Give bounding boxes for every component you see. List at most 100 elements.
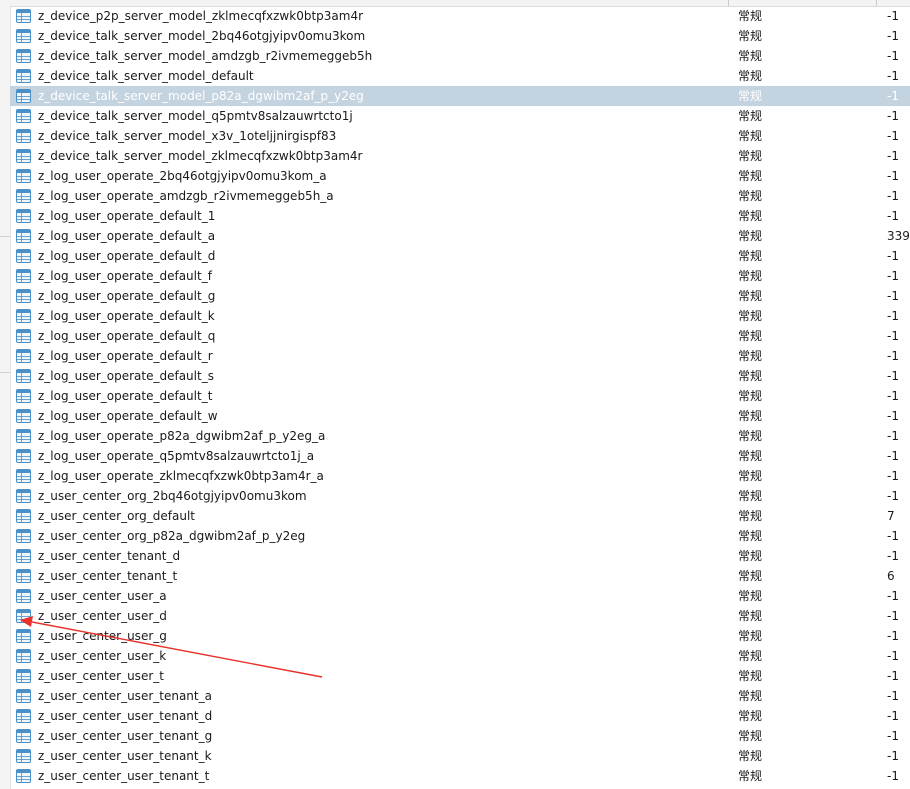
table-grid-icon (16, 629, 31, 643)
table-row[interactable]: z_log_user_operate_default_d 常规 -1 (10, 246, 910, 266)
table-row[interactable]: z_user_center_user_tenant_k 常规 -1 (10, 746, 910, 766)
table-row-count: -1 (887, 689, 899, 703)
gutter-divider (0, 236, 10, 237)
table-type: 常规 (738, 209, 763, 223)
table-row[interactable]: z_device_talk_server_model_q5pmtv8salzau… (10, 106, 910, 126)
table-row[interactable]: z_user_center_user_d 常规 -1 (10, 606, 910, 626)
table-grid-icon (16, 369, 31, 383)
table-row-count: -1 (887, 289, 899, 303)
table-row-count: 7 (887, 509, 895, 523)
table-row[interactable]: z_log_user_operate_default_t 常规 -1 (10, 386, 910, 406)
table-row[interactable]: z_log_user_operate_p82a_dgwibm2af_p_y2eg… (10, 426, 910, 446)
table-row-count: -1 (887, 669, 899, 683)
table-row[interactable]: z_log_user_operate_2bq46otgjyipv0omu3kom… (10, 166, 910, 186)
table-row[interactable]: z_user_center_user_k 常规 -1 (10, 646, 910, 666)
table-grid-icon (16, 689, 31, 703)
table-row-count: -1 (887, 489, 899, 503)
table-row[interactable]: z_log_user_operate_default_a 常规 339 (10, 226, 910, 246)
table-row-count: -1 (887, 9, 899, 23)
table-grid-icon (16, 769, 31, 783)
table-row[interactable]: z_user_center_user_t 常规 -1 (10, 666, 910, 686)
table-row[interactable]: z_user_center_user_a 常规 -1 (10, 586, 910, 606)
table-grid-icon (16, 309, 31, 323)
table-row[interactable]: z_user_center_user_tenant_g 常规 -1 (10, 726, 910, 746)
table-row-count: -1 (887, 589, 899, 603)
table-name: z_user_center_tenant_t (38, 569, 178, 583)
gutter-divider (0, 372, 10, 373)
table-row-count: -1 (887, 749, 899, 763)
table-row[interactable]: z_device_talk_server_model_2bq46otgjyipv… (10, 26, 910, 46)
table-row-count: 6 (887, 569, 895, 583)
table-name: z_device_p2p_server_model_zklmecqfxzwk0b… (38, 9, 364, 23)
table-row-count: -1 (887, 449, 899, 463)
table-name: z_user_center_user_t (38, 669, 164, 683)
table-name: z_device_talk_server_model_zklmecqfxzwk0… (38, 149, 363, 163)
table-type: 常规 (738, 669, 763, 683)
table-grid-icon (16, 509, 31, 523)
table-row[interactable]: z_log_user_operate_default_f 常规 -1 (10, 266, 910, 286)
table-name: z_device_talk_server_model_x3v_1oteljjni… (38, 129, 337, 143)
table-grid-icon (16, 9, 31, 23)
table-row[interactable]: z_log_user_operate_default_q 常规 -1 (10, 326, 910, 346)
table-row-count: -1 (887, 389, 899, 403)
table-grid-icon (16, 209, 31, 223)
table-row[interactable]: z_log_user_operate_zklmecqfxzwk0btp3am4r… (10, 466, 910, 486)
table-row-count: -1 (887, 609, 899, 623)
table-type: 常规 (738, 449, 763, 463)
table-row[interactable]: z_device_talk_server_model_x3v_1oteljjni… (10, 126, 910, 146)
table-name: z_log_user_operate_p82a_dgwibm2af_p_y2eg… (38, 429, 326, 443)
table-row[interactable]: z_device_talk_server_model_amdzgb_r2ivme… (10, 46, 910, 66)
table-name: z_log_user_operate_default_g (38, 289, 216, 303)
table-type: 常规 (738, 529, 763, 543)
table-row[interactable]: z_log_user_operate_default_g 常规 -1 (10, 286, 910, 306)
table-row[interactable]: z_log_user_operate_amdzgb_r2ivmemeggeb5h… (10, 186, 910, 206)
table-row[interactable]: z_device_talk_server_model_p82a_dgwibm2a… (10, 86, 910, 106)
table-row[interactable]: z_device_talk_server_model_zklmecqfxzwk0… (10, 146, 910, 166)
table-row[interactable]: z_log_user_operate_default_w 常规 -1 (10, 406, 910, 426)
table-type: 常规 (738, 169, 763, 183)
table-row[interactable]: z_user_center_org_default 常规 7 (10, 506, 910, 526)
table-grid-icon (16, 609, 31, 623)
table-row[interactable]: z_user_center_tenant_d 常规 -1 (10, 546, 910, 566)
table-name: z_device_talk_server_model_2bq46otgjyipv… (38, 29, 366, 43)
table-row[interactable]: z_log_user_operate_default_k 常规 -1 (10, 306, 910, 326)
table-type: 常规 (738, 29, 763, 43)
table-type: 常规 (738, 469, 763, 483)
table-row[interactable]: z_log_user_operate_default_1 常规 -1 (10, 206, 910, 226)
table-row[interactable]: z_log_user_operate_q5pmtv8salzauwrtcto1j… (10, 446, 910, 466)
table-grid-icon (16, 229, 31, 243)
table-grid-icon (16, 549, 31, 563)
table-name: z_log_user_operate_default_a (38, 229, 216, 243)
table-row[interactable]: z_user_center_user_g 常规 -1 (10, 626, 910, 646)
table-grid-icon (16, 149, 31, 163)
table-name: z_user_center_user_tenant_k (38, 749, 212, 763)
table-row[interactable]: z_user_center_org_p82a_dgwibm2af_p_y2eg 常… (10, 526, 910, 546)
table-name: z_user_center_tenant_d (38, 549, 181, 563)
table-row[interactable]: z_user_center_user_tenant_t 常规 -1 (10, 766, 910, 786)
table-row[interactable]: z_user_center_tenant_t 常规 6 (10, 566, 910, 586)
table-name: z_log_user_operate_default_t (38, 389, 213, 403)
table-row-count: -1 (887, 169, 899, 183)
table-type: 常规 (738, 269, 763, 283)
table-type: 常规 (738, 349, 763, 363)
table-type: 常规 (738, 149, 763, 163)
table-list[interactable]: z_device_p2p_server_model_zklmecqfxzwk0b… (10, 6, 910, 786)
table-type: 常规 (738, 129, 763, 143)
table-row[interactable]: z_device_p2p_server_model_zklmecqfxzwk0b… (10, 6, 910, 26)
table-row[interactable]: z_user_center_user_tenant_d 常规 -1 (10, 706, 910, 726)
table-row[interactable]: z_user_center_user_tenant_a 常规 -1 (10, 686, 910, 706)
table-row[interactable]: z_user_center_org_2bq46otgjyipv0omu3kom 常… (10, 486, 910, 506)
table-grid-icon (16, 349, 31, 363)
table-type: 常规 (738, 389, 763, 403)
table-type: 常规 (738, 629, 763, 643)
table-type: 常规 (738, 369, 763, 383)
table-row[interactable]: z_device_talk_server_model_default 常规 -1 (10, 66, 910, 86)
table-type: 常规 (738, 749, 763, 763)
table-row-count: -1 (887, 109, 899, 123)
table-type: 常规 (738, 329, 763, 343)
table-name: z_log_user_operate_default_q (38, 329, 216, 343)
table-type: 常规 (738, 109, 763, 123)
table-row[interactable]: z_log_user_operate_default_s 常规 -1 (10, 366, 910, 386)
table-type: 常规 (738, 9, 763, 23)
table-row[interactable]: z_log_user_operate_default_r 常规 -1 (10, 346, 910, 366)
